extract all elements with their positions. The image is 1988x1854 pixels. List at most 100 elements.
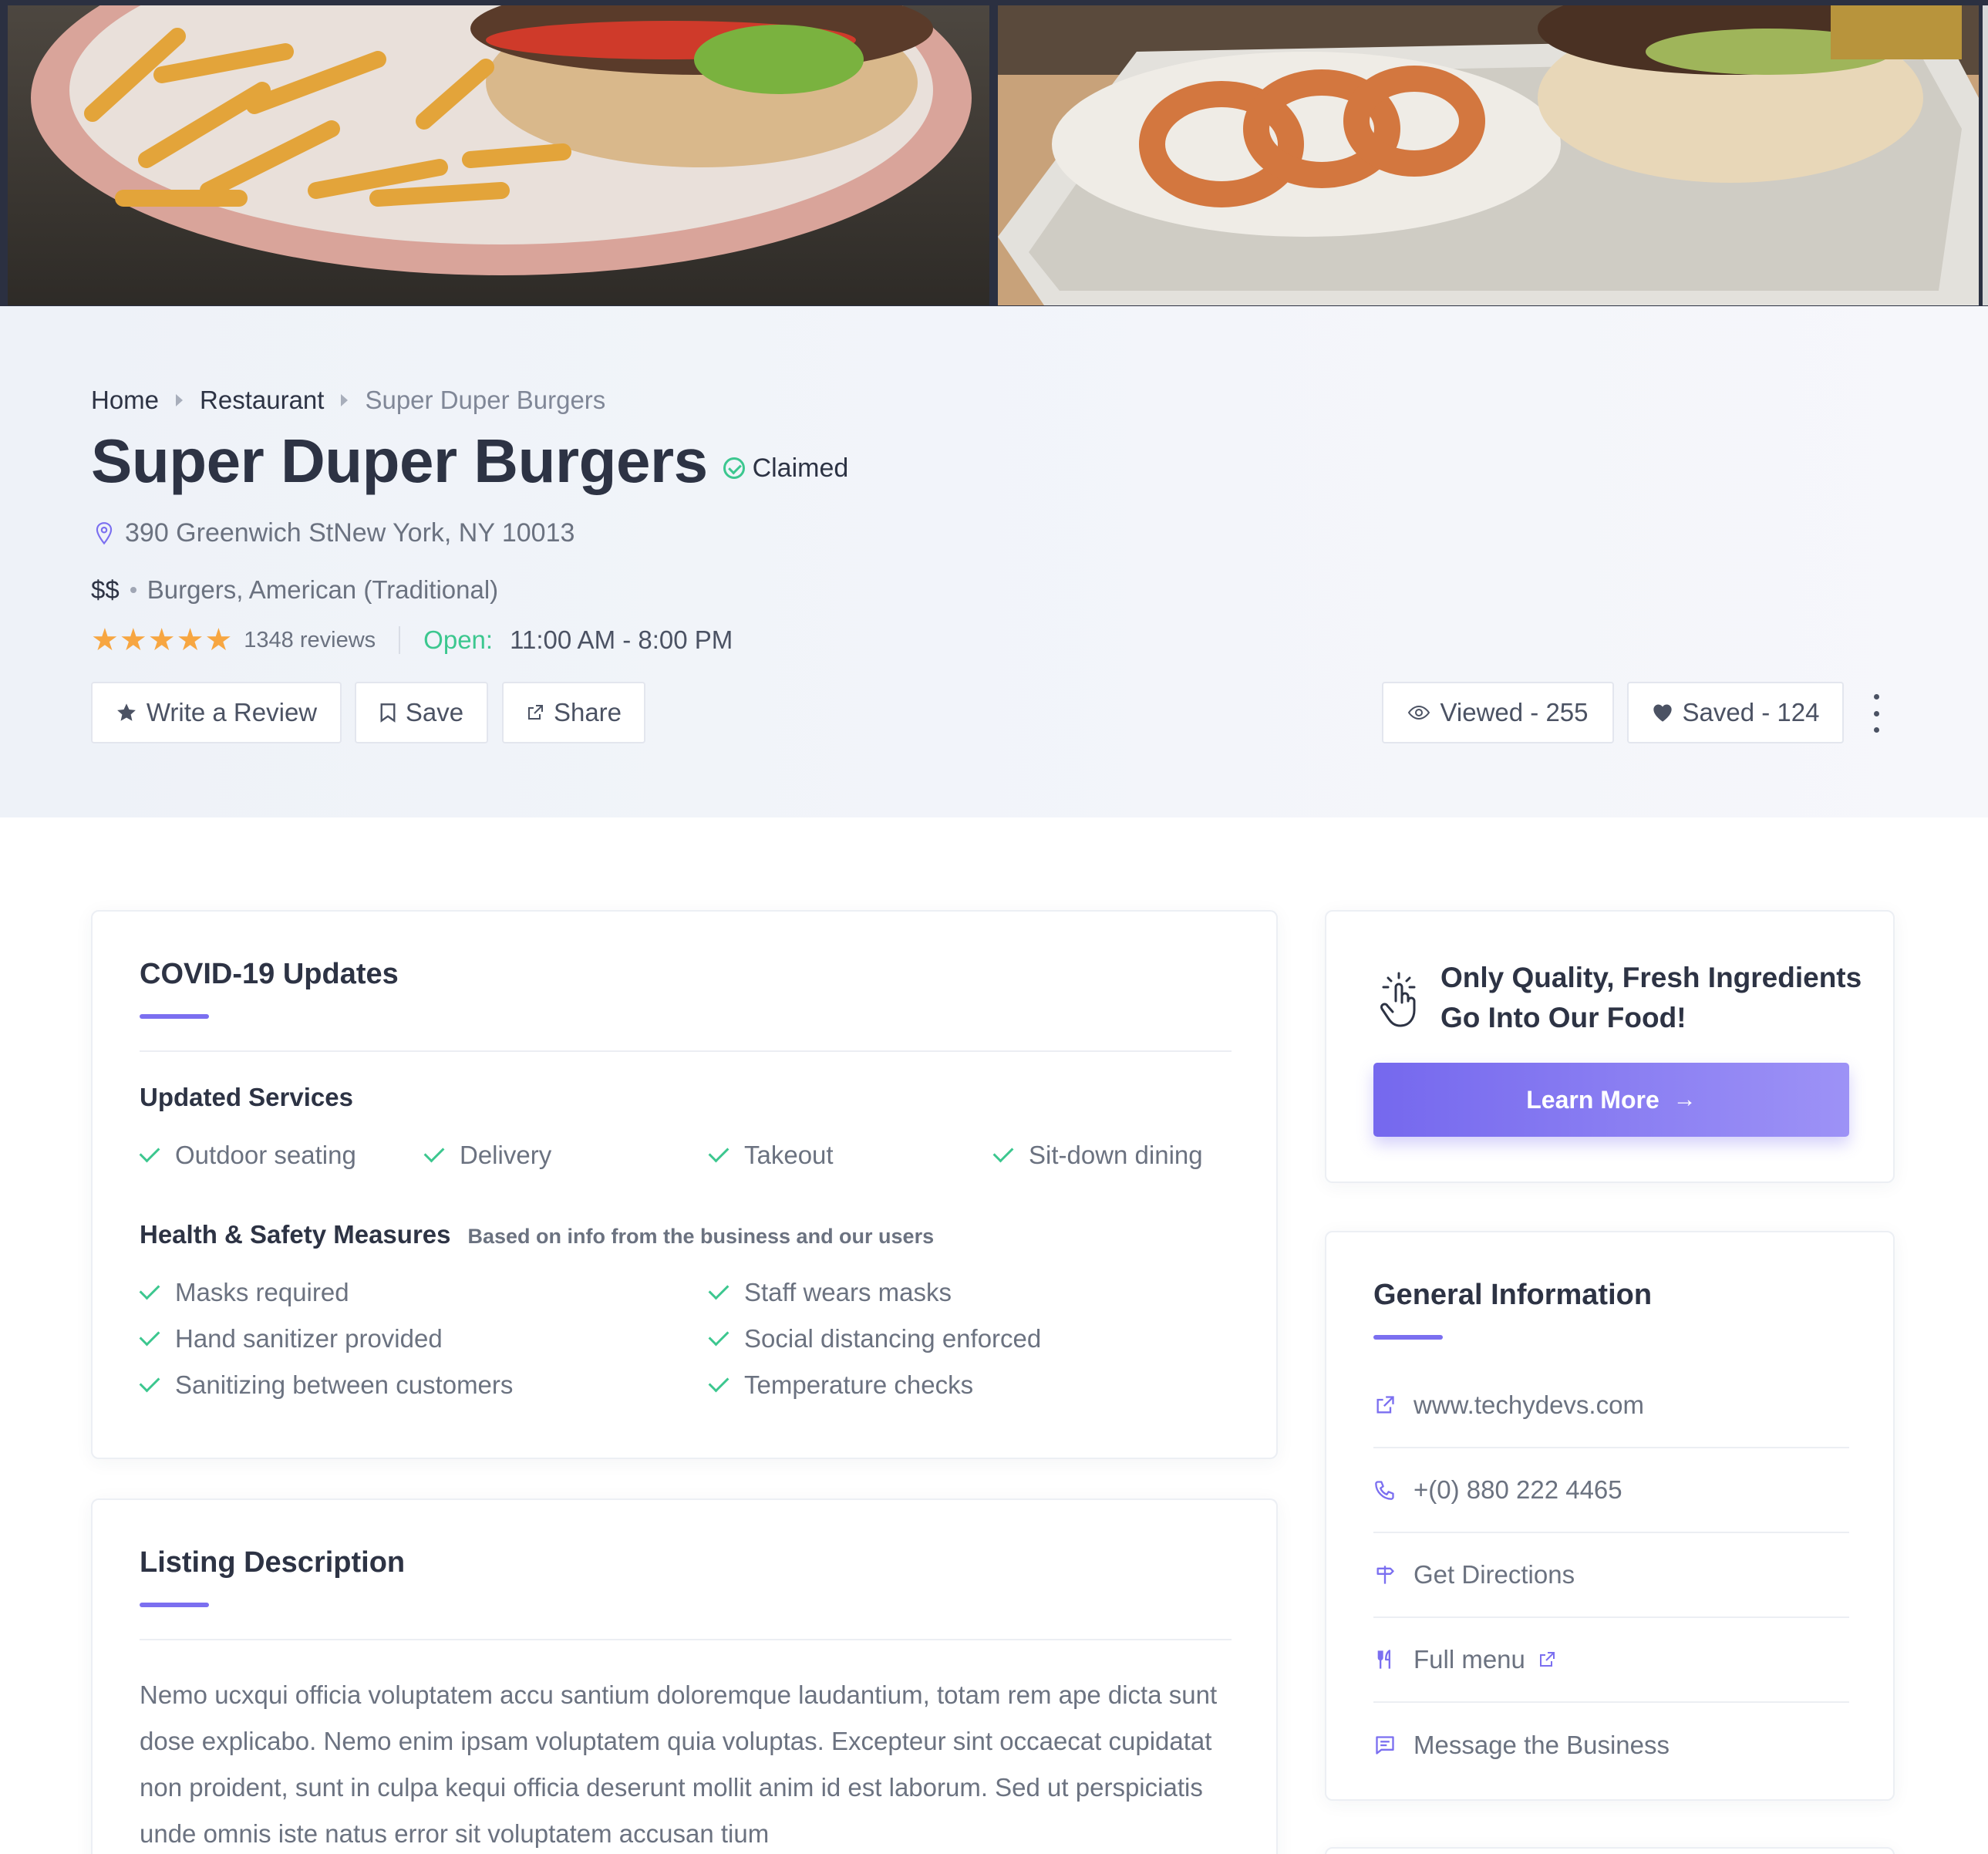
opening-hours: 11:00 AM - 8:00 PM bbox=[510, 625, 733, 654]
measure-label: Staff wears masks bbox=[744, 1278, 952, 1306]
phone-link[interactable]: +(0) 880 222 4465 bbox=[1373, 1448, 1849, 1533]
full-menu-text: Full menu bbox=[1414, 1645, 1525, 1674]
health-safety-label: Health & Safety Measures bbox=[140, 1220, 451, 1249]
check-icon bbox=[139, 1279, 160, 1300]
measure-label: Hand sanitizer provided bbox=[175, 1324, 443, 1353]
listing-description-card: Listing Description Nemo ucxqui officia … bbox=[91, 1498, 1278, 1854]
hand-pointer-icon bbox=[1380, 972, 1416, 1027]
directions-link[interactable]: Get Directions bbox=[1373, 1533, 1849, 1618]
service-item: Delivery bbox=[423, 1141, 552, 1170]
star-icon: ★ bbox=[176, 623, 204, 657]
address: 390 Greenwich StNew York, NY 10013 bbox=[94, 518, 574, 548]
covid-updates-card: COVID-19 Updates Updated Services Outdoo… bbox=[91, 910, 1278, 1459]
measure-item: Hand sanitizer provided bbox=[139, 1324, 443, 1353]
measure-label: Masks required bbox=[175, 1278, 349, 1306]
star-icon bbox=[116, 702, 137, 723]
website-link[interactable]: www.techydevs.com bbox=[1373, 1364, 1849, 1448]
share-button[interactable]: Share bbox=[502, 682, 645, 743]
measure-label: Temperature checks bbox=[744, 1370, 974, 1399]
star-rating: ★ ★ ★ ★ ★ bbox=[91, 625, 233, 656]
breadcrumb-separator-icon bbox=[176, 394, 184, 406]
breadcrumb-home[interactable]: Home bbox=[91, 386, 159, 415]
service-label: Sit-down dining bbox=[1029, 1141, 1203, 1169]
rating-row: ★ ★ ★ ★ ★ 1348 reviews Open: 11:00 AM - … bbox=[91, 625, 733, 656]
general-info-title: General Information bbox=[1373, 1279, 1653, 1311]
saved-counter[interactable]: Saved - 124 bbox=[1627, 682, 1844, 743]
covid-card-title: COVID-19 Updates bbox=[140, 958, 399, 990]
price-level: $$ bbox=[91, 575, 120, 604]
full-menu-link[interactable]: Full menu bbox=[1373, 1618, 1849, 1703]
map-pin-icon bbox=[96, 521, 113, 544]
check-icon bbox=[139, 1325, 160, 1347]
address-text: 390 Greenwich StNew York, NY 10013 bbox=[125, 518, 575, 548]
external-link-icon bbox=[1538, 1650, 1556, 1669]
service-label: Outdoor seating bbox=[175, 1141, 356, 1169]
gallery-next-photo[interactable] bbox=[1983, 5, 1988, 305]
price-cuisine-row: $$ Burgers, American (Traditional) bbox=[91, 575, 498, 605]
star-icon: ★ bbox=[91, 623, 119, 657]
burger-fries-photo[interactable] bbox=[8, 5, 989, 305]
check-circle-icon bbox=[723, 457, 745, 479]
check-icon bbox=[992, 1141, 1014, 1163]
write-review-button[interactable]: Write a Review bbox=[91, 682, 342, 743]
check-icon bbox=[139, 1141, 160, 1163]
arrow-right-icon: → bbox=[1673, 1087, 1697, 1112]
external-link-icon bbox=[526, 703, 544, 722]
message-text: Message the Business bbox=[1414, 1731, 1670, 1759]
title-underline bbox=[140, 1603, 209, 1607]
save-button[interactable]: Save bbox=[355, 682, 488, 743]
service-label: Takeout bbox=[744, 1141, 834, 1169]
kebab-menu-icon[interactable] bbox=[1871, 694, 1882, 733]
bookmark-icon bbox=[379, 703, 396, 723]
general-information-card: General Information www.techydevs.com +(… bbox=[1325, 1231, 1895, 1801]
share-label: Share bbox=[553, 698, 622, 726]
measure-label: Social distancing enforced bbox=[744, 1324, 1042, 1353]
check-icon bbox=[708, 1279, 729, 1300]
claimed-badge: Claimed bbox=[723, 453, 849, 484]
measure-item: Temperature checks bbox=[708, 1370, 974, 1400]
title-underline bbox=[1373, 1335, 1443, 1340]
title-underline bbox=[140, 1014, 209, 1019]
star-icon: ★ bbox=[147, 623, 176, 657]
breadcrumb-restaurant[interactable]: Restaurant bbox=[200, 386, 324, 415]
promo-text: Only Quality, Fresh Ingredients Go Into … bbox=[1440, 962, 1862, 1033]
page-title: Super Duper Burgers bbox=[91, 426, 708, 495]
check-icon bbox=[708, 1371, 729, 1393]
breadcrumb-current: Super Duper Burgers bbox=[365, 386, 606, 414]
save-label: Save bbox=[405, 698, 464, 726]
star-icon: ★ bbox=[119, 623, 147, 657]
divider bbox=[399, 626, 401, 654]
check-icon bbox=[139, 1371, 160, 1393]
saved-label: Saved - 124 bbox=[1682, 698, 1820, 726]
health-safety-note: Based on info from the business and our … bbox=[467, 1225, 935, 1248]
eye-icon bbox=[1407, 704, 1430, 721]
message-icon bbox=[1373, 1734, 1397, 1757]
message-business-link[interactable]: Message the Business bbox=[1373, 1703, 1849, 1788]
signpost-icon bbox=[1373, 1563, 1397, 1586]
check-icon bbox=[423, 1141, 445, 1163]
breadcrumb: Home Restaurant Super Duper Burgers bbox=[91, 386, 605, 415]
updated-services-title: Updated Services bbox=[140, 1083, 353, 1111]
website-text: www.techydevs.com bbox=[1414, 1390, 1644, 1419]
service-item: Takeout bbox=[708, 1141, 834, 1170]
breadcrumb-separator-icon bbox=[341, 394, 349, 406]
cuisine-tags[interactable]: Burgers, American (Traditional) bbox=[147, 575, 498, 605]
review-count[interactable]: 1348 reviews bbox=[244, 628, 376, 653]
measure-item: Masks required bbox=[139, 1278, 349, 1307]
service-item: Sit-down dining bbox=[992, 1141, 1203, 1170]
write-review-label: Write a Review bbox=[146, 698, 318, 726]
service-label: Delivery bbox=[460, 1141, 552, 1169]
hero-gallery bbox=[0, 0, 1988, 306]
viewed-label: Viewed - 255 bbox=[1440, 698, 1589, 726]
burger-onion-rings-photo[interactable] bbox=[998, 5, 1979, 305]
title-row: Super Duper Burgers Claimed bbox=[91, 426, 848, 497]
learn-more-button[interactable]: Learn More → bbox=[1373, 1063, 1849, 1137]
measure-item: Staff wears masks bbox=[708, 1278, 952, 1307]
description-title: Listing Description bbox=[140, 1546, 406, 1579]
divider bbox=[140, 1639, 1232, 1640]
phone-icon bbox=[1373, 1478, 1397, 1502]
open-status: Open: bbox=[423, 625, 494, 654]
claimed-label: Claimed bbox=[752, 453, 849, 483]
check-icon bbox=[708, 1141, 729, 1163]
promo-card: Only Quality, Fresh Ingredients Go Into … bbox=[1325, 910, 1895, 1183]
